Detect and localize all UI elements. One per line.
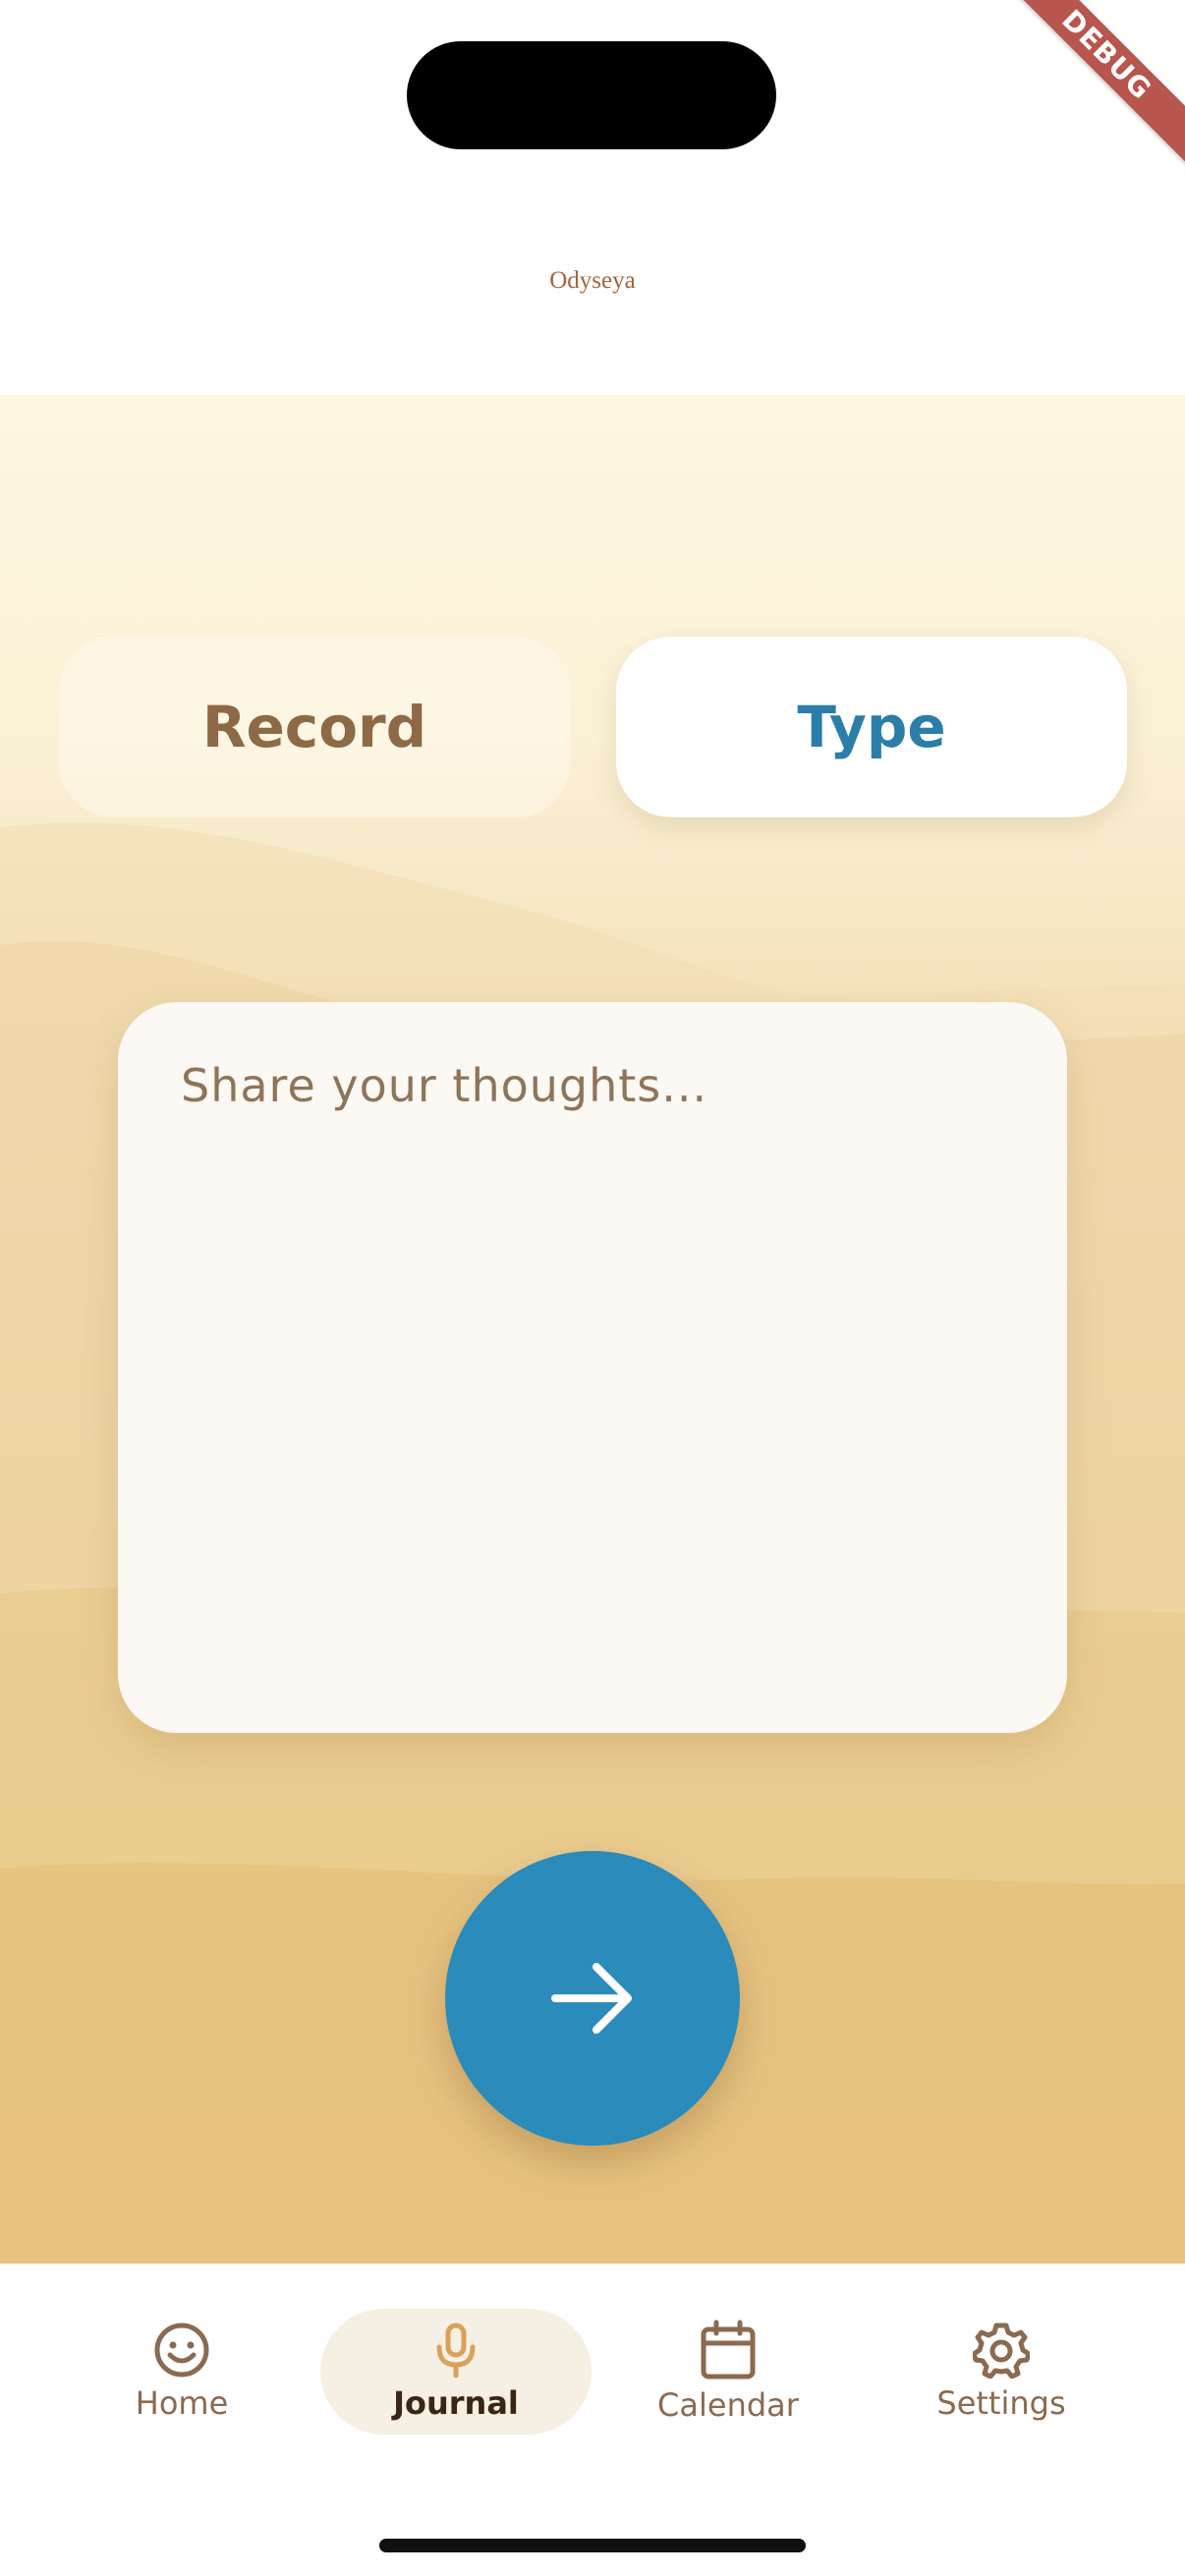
smiley-icon — [154, 2323, 209, 2378]
nav-item-journal[interactable]: Journal — [320, 2309, 592, 2435]
nav-item-calendar[interactable]: Calendar — [635, 2309, 821, 2435]
debug-banner: DEBUG — [988, 0, 1185, 174]
app-title: Odyseya — [549, 267, 636, 294]
nav-item-settings[interactable]: Settings — [908, 2309, 1095, 2435]
home-indicator — [379, 2539, 806, 2552]
dynamic-island — [407, 41, 776, 149]
calendar-icon — [701, 2320, 756, 2380]
nav-label-home: Home — [135, 2384, 229, 2422]
record-mode-label: Record — [201, 694, 427, 760]
type-mode-button[interactable]: Type — [616, 637, 1127, 817]
microphone-icon — [436, 2323, 476, 2379]
bottom-navigation: Home Journal Calendar Settings — [0, 2264, 1185, 2576]
nav-label-calendar: Calendar — [657, 2386, 799, 2424]
type-mode-label: Type — [797, 694, 946, 760]
gear-icon — [973, 2323, 1030, 2379]
nav-item-home[interactable]: Home — [88, 2309, 275, 2435]
arrow-right-icon — [551, 1963, 632, 2034]
nav-label-journal: Journal — [393, 2384, 519, 2422]
record-mode-button[interactable]: Record — [59, 637, 570, 817]
submit-button[interactable] — [445, 1851, 740, 2146]
nav-label-settings: Settings — [936, 2384, 1066, 2422]
journal-text-input[interactable] — [179, 1057, 1008, 1670]
journal-entry-card — [118, 1002, 1067, 1733]
